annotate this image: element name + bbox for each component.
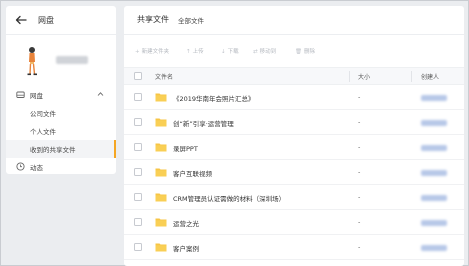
column-separator[interactable] <box>411 71 412 82</box>
folder-icon <box>155 118 167 127</box>
download-button[interactable]: ↓ 下载 <box>221 47 239 55</box>
move-label: 移动到 <box>259 49 277 55</box>
creator-redacted <box>421 120 447 126</box>
clock-icon <box>16 162 25 171</box>
table-row[interactable]: 运营之光 - <box>124 210 464 235</box>
row-checkbox[interactable] <box>134 118 142 126</box>
select-all-checkbox[interactable] <box>134 72 142 80</box>
sidebar-item-disk[interactable]: 网盘 <box>6 86 116 104</box>
delete-button[interactable]: 🗑 删除 <box>295 47 315 55</box>
row-checkbox[interactable] <box>134 193 142 201</box>
move-icon: ⇄ <box>253 49 258 55</box>
trash-icon: 🗑 <box>295 49 302 55</box>
new-folder-button[interactable]: + 新建文件夹 <box>135 47 169 55</box>
sidebar: 网盘 网盘 公司文件 个人文件 收到的共享文件 动态 <box>6 6 116 174</box>
creator-redacted <box>421 195 447 201</box>
move-button[interactable]: ⇄ 移动到 <box>253 47 276 55</box>
download-label: 下载 <box>227 49 239 55</box>
main-header: 共享文件 全部文件 <box>124 6 464 34</box>
column-header-name[interactable]: 文件名 <box>155 72 173 81</box>
folder-icon <box>155 218 167 227</box>
arrow-left-icon[interactable] <box>15 15 27 25</box>
divider <box>6 34 116 35</box>
file-name[interactable]: 客户互联视频 <box>173 168 212 178</box>
avatar-illustration-icon <box>27 47 37 76</box>
divider <box>124 34 464 35</box>
plus-icon: + <box>135 49 140 55</box>
row-checkbox[interactable] <box>134 93 142 101</box>
file-name[interactable]: 运营之光 <box>173 218 199 228</box>
file-name[interactable]: 《2019华南年会照片汇总》 <box>173 93 255 103</box>
folder-icon <box>155 193 167 202</box>
file-name[interactable]: 客户案例 <box>173 243 199 253</box>
sidebar-item-label: 公司文件 <box>30 110 56 118</box>
sidebar-item-label: 网盘 <box>30 92 43 100</box>
table-row[interactable]: 创“新”引享·运营管理 - <box>124 110 464 135</box>
folder-icon <box>155 93 167 102</box>
avatar <box>20 45 52 77</box>
row-checkbox[interactable] <box>134 168 142 176</box>
sidebar-item-label: 个人文件 <box>30 128 56 136</box>
download-icon: ↓ <box>221 49 226 55</box>
creator-redacted <box>421 145 447 151</box>
upload-button[interactable]: ↑ 上传 <box>186 47 204 55</box>
file-name[interactable]: 创“新”引享·运营管理 <box>173 118 234 128</box>
column-separator[interactable] <box>349 71 350 82</box>
table-row[interactable]: 客户案例 - <box>124 235 464 260</box>
page-title: 共享文件 <box>137 15 169 24</box>
column-header-creator[interactable]: 创建人 <box>421 72 439 81</box>
file-name[interactable]: 录屏PPT <box>173 143 198 153</box>
table-row[interactable]: 《2019华南年会照片汇总》 - <box>124 85 464 110</box>
creator-redacted <box>421 220 447 226</box>
file-size: - <box>358 193 361 201</box>
folder-icon <box>155 143 167 152</box>
folder-icon <box>155 168 167 177</box>
file-size: - <box>358 118 361 126</box>
sidebar-item-received-shared[interactable]: 收到的共享文件 <box>6 140 116 158</box>
table-row[interactable]: 客户互联视频 - <box>124 160 464 185</box>
sidebar-header: 网盘 <box>6 6 116 34</box>
chevron-up-icon[interactable] <box>97 91 104 97</box>
table-row[interactable]: 录屏PPT - <box>124 135 464 160</box>
sidebar-item-personal-files[interactable]: 个人文件 <box>6 122 116 140</box>
upload-label: 上传 <box>192 49 204 55</box>
row-checkbox[interactable] <box>134 218 142 226</box>
creator-redacted <box>421 245 447 251</box>
table-header: 文件名 大小 创建人 <box>124 67 464 85</box>
breadcrumb-all-files[interactable]: 全部文件 <box>178 15 204 25</box>
creator-redacted <box>421 95 447 101</box>
file-size: - <box>358 243 361 251</box>
new-folder-label: 新建文件夹 <box>141 49 170 55</box>
row-checkbox[interactable] <box>134 143 142 151</box>
upload-icon: ↑ <box>186 49 191 55</box>
sidebar-item-company-files[interactable]: 公司文件 <box>6 104 116 122</box>
creator-redacted <box>421 170 447 176</box>
table-row[interactable]: CRM管理员认证需做的材料（深圳场） - <box>124 185 464 210</box>
username-redacted <box>56 56 88 64</box>
file-size: - <box>358 143 361 151</box>
toolbar: + 新建文件夹 ↑ 上传 ↓ 下载 ⇄ 移动到 🗑 删除 <box>124 46 464 60</box>
file-size: - <box>358 218 361 226</box>
sidebar-item-activity[interactable]: 动态 <box>6 158 116 176</box>
folder-icon <box>155 243 167 252</box>
file-name[interactable]: CRM管理员认证需做的材料（深圳场） <box>173 193 285 203</box>
row-checkbox[interactable] <box>134 243 142 251</box>
delete-label: 删除 <box>303 49 315 55</box>
sidebar-item-label: 动态 <box>30 164 43 172</box>
sidebar-item-label: 收到的共享文件 <box>30 146 76 154</box>
sidebar-title: 网盘 <box>38 16 54 25</box>
main-panel: 共享文件 全部文件 + 新建文件夹 ↑ 上传 ↓ 下载 ⇄ 移动到 🗑 删除 文件名 大小… <box>124 6 464 266</box>
column-header-size[interactable]: 大小 <box>358 72 370 81</box>
file-size: - <box>358 93 361 101</box>
drive-icon <box>16 91 25 98</box>
file-size: - <box>358 168 361 176</box>
